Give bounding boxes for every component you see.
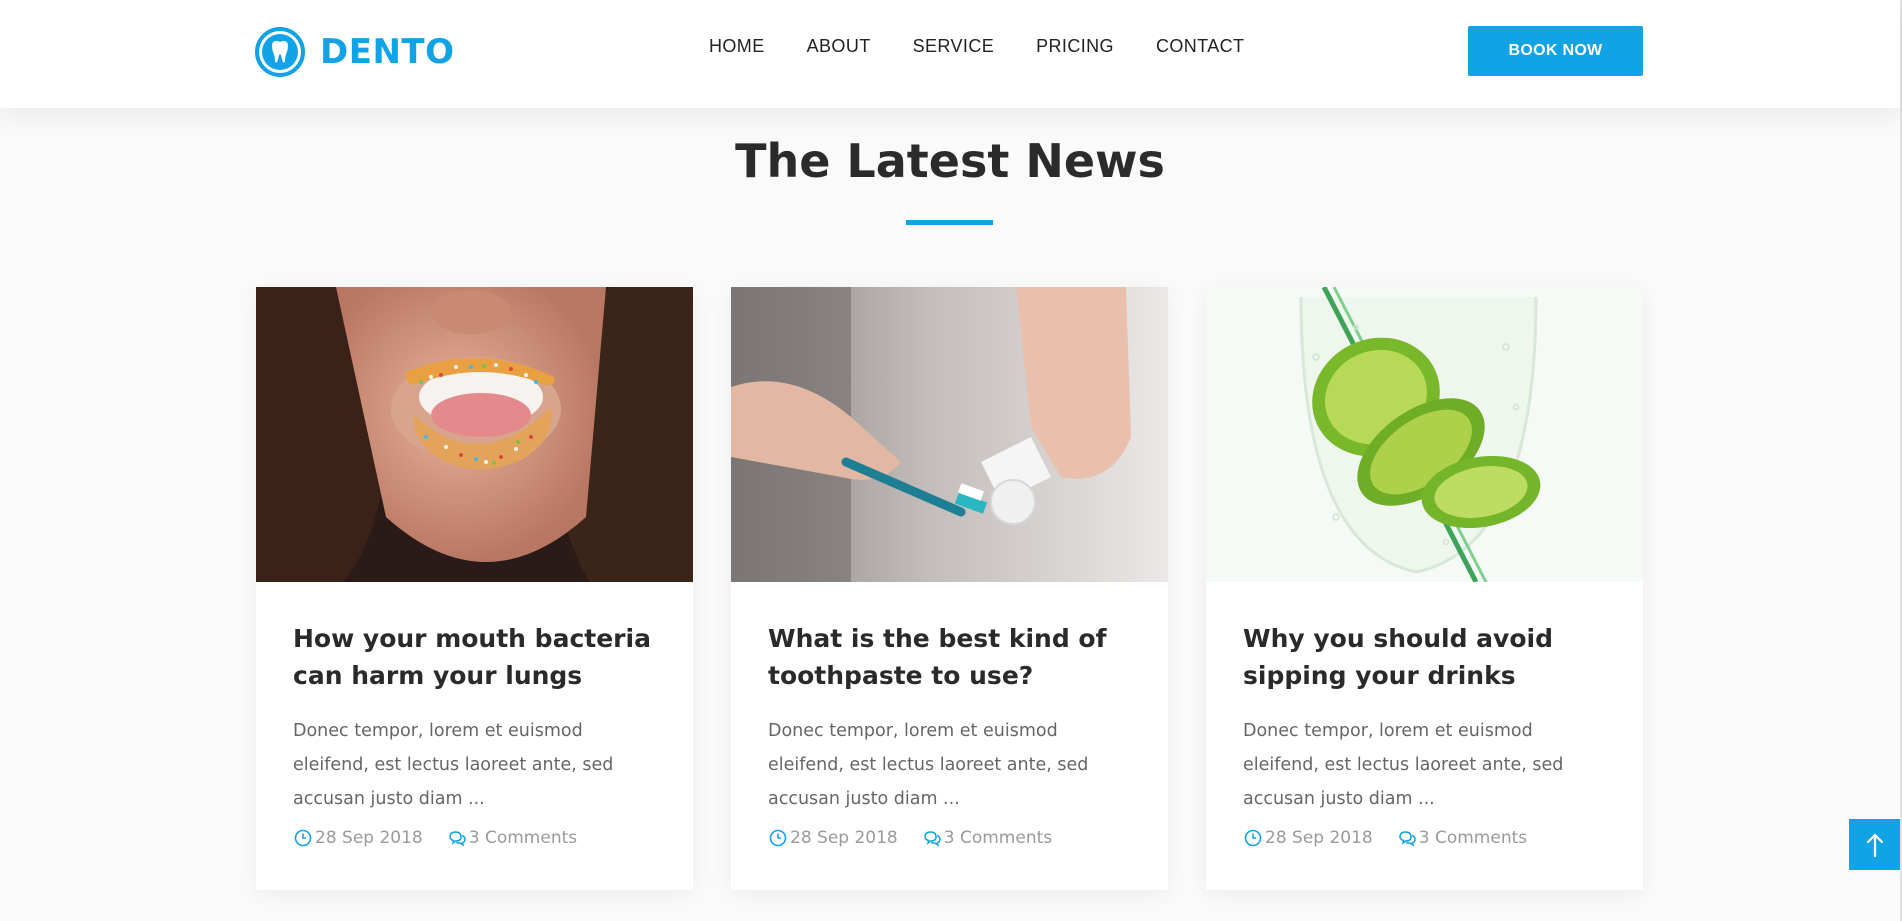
post-comments[interactable]: 3 Comments bbox=[447, 828, 577, 848]
news-cards: How your mouth bacteria can harm your lu… bbox=[256, 287, 1644, 890]
post-comments-text: 3 Comments bbox=[468, 828, 578, 848]
comments-icon bbox=[448, 831, 466, 847]
news-card: What is the best kind of toothpaste to u… bbox=[731, 287, 1168, 890]
site-header: DENTO HOME ABOUT SERVICE PRICING CONTACT… bbox=[0, 0, 1900, 108]
clock-icon bbox=[1244, 829, 1262, 847]
post-excerpt: Donec tempor, lorem et euismod eleifend,… bbox=[1243, 721, 1564, 809]
nav-service[interactable]: SERVICE bbox=[913, 36, 995, 57]
nav-pricing[interactable]: PRICING bbox=[1036, 36, 1114, 57]
post-date-text: 28 Sep 2018 bbox=[790, 828, 898, 848]
section-title: The Latest News bbox=[735, 134, 1165, 188]
site-logo[interactable]: DENTO bbox=[254, 24, 455, 80]
scroll-to-top-button[interactable] bbox=[1849, 819, 1900, 870]
post-title[interactable]: Why you should avoid sipping your drinks bbox=[1243, 620, 1613, 694]
post-meta: 28 Sep 2018 3 Comments bbox=[293, 828, 663, 848]
post-excerpt: Donec tempor, lorem et euismod eleifend,… bbox=[293, 721, 614, 809]
post-date-text: 28 Sep 2018 bbox=[1265, 828, 1373, 848]
lime-glass-straw-photo[interactable] bbox=[1206, 287, 1643, 582]
arrow-up-icon bbox=[1866, 833, 1883, 857]
card-body: Why you should avoid sipping your drinks… bbox=[1243, 620, 1613, 848]
post-comments[interactable]: 3 Comments bbox=[922, 828, 1052, 848]
post-title[interactable]: What is the best kind of toothpaste to u… bbox=[768, 620, 1138, 694]
post-date-text: 28 Sep 2018 bbox=[315, 828, 423, 848]
comments-icon bbox=[1398, 831, 1416, 847]
post-comments-text: 3 Comments bbox=[943, 828, 1053, 848]
post-meta: 28 Sep 2018 3 Comments bbox=[768, 828, 1138, 848]
book-now-button[interactable]: BOOK NOW bbox=[1468, 26, 1643, 76]
nav-home[interactable]: HOME bbox=[709, 36, 765, 57]
logo-text: DENTO bbox=[320, 32, 455, 72]
post-date: 28 Sep 2018 bbox=[768, 828, 898, 848]
main-nav: HOME ABOUT SERVICE PRICING CONTACT bbox=[709, 36, 1286, 57]
post-date: 28 Sep 2018 bbox=[1243, 828, 1373, 848]
news-card: Why you should avoid sipping your drinks… bbox=[1206, 287, 1643, 890]
clock-icon bbox=[294, 829, 312, 847]
news-card: How your mouth bacteria can harm your lu… bbox=[256, 287, 693, 890]
toothbrush-toothpaste-photo[interactable] bbox=[731, 287, 1168, 582]
nav-contact[interactable]: CONTACT bbox=[1156, 36, 1244, 57]
nav-about[interactable]: ABOUT bbox=[807, 36, 871, 57]
post-date: 28 Sep 2018 bbox=[293, 828, 423, 848]
card-body: What is the best kind of toothpaste to u… bbox=[768, 620, 1138, 848]
comments-icon bbox=[923, 831, 941, 847]
post-title[interactable]: How your mouth bacteria can harm your lu… bbox=[293, 620, 663, 694]
tooth-icon bbox=[255, 27, 305, 77]
title-underline bbox=[906, 220, 993, 225]
woman-sprinkles-lips-photo[interactable] bbox=[256, 287, 693, 582]
post-comments[interactable]: 3 Comments bbox=[1397, 828, 1527, 848]
post-comments-text: 3 Comments bbox=[1418, 828, 1528, 848]
clock-icon bbox=[769, 829, 787, 847]
card-body: How your mouth bacteria can harm your lu… bbox=[293, 620, 663, 848]
post-meta: 28 Sep 2018 3 Comments bbox=[1243, 828, 1613, 848]
post-excerpt: Donec tempor, lorem et euismod eleifend,… bbox=[768, 721, 1089, 809]
